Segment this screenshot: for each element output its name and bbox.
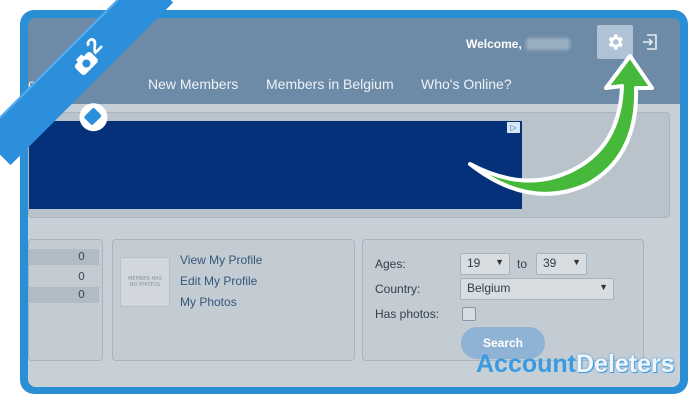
country-value: Belgium (467, 281, 511, 295)
stat-row: 0 (29, 269, 99, 285)
has-photos-checkbox[interactable] (462, 307, 476, 321)
watermark-logo: AccountDeleters (476, 350, 675, 379)
chevron-down-icon: ▼ (572, 257, 581, 267)
profile-panel: MEMBER HAS NO PHOTOS View My Profile Edi… (112, 239, 355, 361)
chevron-down-icon: ▼ (599, 282, 608, 292)
view-profile-link[interactable]: View My Profile (180, 253, 262, 267)
stat-count: 0 (78, 270, 85, 283)
search-panel: Ages: 19 ▼ to 39 ▼ Country: Belgium ▼ Ha… (362, 239, 644, 361)
age-from-select[interactable]: 19 ▼ (460, 253, 510, 275)
has-photos-label: Has photos: (375, 307, 440, 321)
age-to-select[interactable]: 39 ▼ (536, 253, 587, 275)
age-from-value: 19 (467, 256, 481, 270)
avatar-placeholder-text: MEMBER HAS NO PHOTOS (128, 276, 162, 288)
avatar: MEMBER HAS NO PHOTOS (120, 257, 170, 307)
watermark-part1: Account (476, 350, 576, 378)
stat-count: 0 (78, 250, 85, 263)
stat-row: 0 (29, 249, 99, 265)
nav-item-members-in-belgium[interactable]: Members in Belgium (266, 76, 394, 92)
stat-count: 0 (78, 288, 85, 301)
stat-row: 0 (29, 287, 99, 303)
watermark-part2: Deleters (576, 350, 675, 378)
edit-profile-link[interactable]: Edit My Profile (180, 274, 257, 288)
my-photos-link[interactable]: My Photos (180, 295, 237, 309)
country-select[interactable]: Belgium ▼ (460, 278, 614, 300)
nav-item-new-members[interactable]: New Members (148, 76, 238, 92)
chevron-down-icon: ▼ (495, 257, 504, 267)
age-to-value: 39 (543, 256, 557, 270)
stats-panel: 0 0 0 (28, 239, 103, 361)
country-label: Country: (375, 282, 421, 296)
green-arrow-icon (468, 54, 654, 196)
ages-label: Ages: (375, 257, 406, 271)
to-label: to (517, 257, 528, 271)
